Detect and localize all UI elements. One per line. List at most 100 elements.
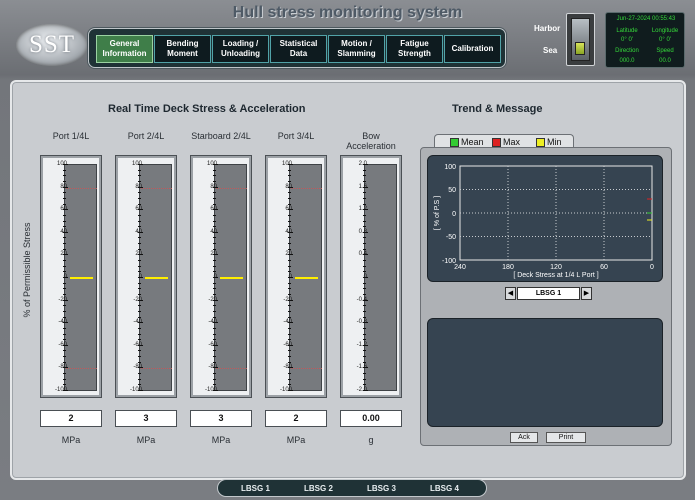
sensor-selector[interactable]: LBSG 1 (517, 287, 580, 300)
gauge-tick-mark (213, 384, 216, 386)
gauge-tick-mark (138, 322, 143, 324)
gauge-tick-mark (213, 322, 218, 324)
gauge-tick-mark (138, 164, 143, 165)
gauge-tick-mark (63, 260, 66, 262)
gauge-tick-mark (138, 361, 141, 363)
sst-logo: SST (16, 24, 88, 66)
gauge-tick-mark (213, 192, 216, 194)
next-sensor-button[interactable]: ▶ (581, 287, 592, 300)
gauge-tick-mark (138, 344, 143, 346)
legend-mean: Mean (450, 137, 484, 147)
min-swatch (536, 137, 545, 147)
gauge-tick-mark (363, 209, 368, 211)
harbor-sea-toggle[interactable] (566, 13, 595, 66)
speed-label: Speed (656, 48, 674, 54)
gauge-tick-mark (288, 197, 291, 199)
gauge-tick-mark (138, 220, 141, 222)
gauge-tick-mark (363, 175, 366, 177)
gauge-tick-mark (63, 220, 66, 222)
gauge-tick-mark (363, 293, 366, 295)
tab-lbsg-2[interactable]: LBSG 2 (304, 484, 333, 493)
gauge-tick-mark (63, 299, 68, 301)
gauge-tick-mark (363, 361, 366, 363)
gauge-tick-mark (63, 384, 66, 386)
gauge-tick-mark (138, 260, 141, 262)
gauge-tick-mark (213, 293, 216, 295)
gauge-value-readout: 3 (190, 410, 252, 427)
longitude-label: Longitude (651, 28, 679, 34)
gauge-tick-mark (213, 277, 218, 278)
gauge-tick-mark (288, 288, 291, 290)
direction-value: 000.0 (619, 58, 635, 64)
gauge-tick-mark (138, 305, 141, 307)
gauge-tick-mark (63, 164, 68, 165)
gauge-unit: MPa (61, 435, 81, 445)
trend-title: Trend & Message (452, 103, 543, 115)
nav-general-information[interactable]: General Information (96, 35, 153, 63)
gauge-tick-mark (213, 220, 216, 222)
stress-level-marker (145, 277, 168, 279)
gauge-value-readout: 3 (115, 410, 177, 427)
nav-calibration[interactable]: Calibration (444, 35, 501, 63)
print-button[interactable]: Print (546, 432, 586, 443)
gauge-title: Port 2/4L (127, 131, 165, 141)
gauge-tick-mark (213, 175, 216, 177)
gauge-tick-mark (213, 373, 216, 375)
nav-loading-unloading[interactable]: Loading / Unloading (212, 35, 269, 63)
gauge-tick-mark (138, 277, 143, 278)
gauge-tick-mark (138, 203, 141, 205)
gauge-title: Bow Acceleration (346, 131, 396, 151)
latitude-label: Latitude (616, 28, 638, 34)
gauge-tick-mark (213, 209, 218, 211)
gauge-tick-mark (288, 327, 291, 329)
tab-lbsg-3[interactable]: LBSG 3 (367, 484, 396, 493)
prev-sensor-button[interactable]: ◀ (505, 287, 516, 300)
stress-gauge: 100806040200-20-40-60-80-100 (190, 155, 252, 398)
gauge-tick-mark (288, 322, 293, 324)
ack-button[interactable]: Ack (510, 432, 538, 443)
gauge-tick-mark (213, 260, 216, 262)
gauge-tick-mark (138, 192, 141, 194)
gauge-tick-mark (213, 344, 218, 346)
tab-lbsg-4[interactable]: LBSG 4 (430, 484, 459, 493)
nav-bending-moment[interactable]: Bending Moment (154, 35, 211, 63)
trend-ylabel: [ % of P.S ] (434, 196, 441, 230)
gauge-tick-mark (63, 322, 68, 324)
nav-fatigue-strength[interactable]: Fatigue Strength (386, 35, 443, 63)
gauge-tick-mark (288, 293, 291, 295)
stress-axis-label: % of Permissible Stress (22, 222, 32, 318)
gauge-value-readout: 2 (265, 410, 327, 427)
permissible-limit-line (216, 187, 247, 189)
y-tick: 100 (444, 164, 456, 171)
gauge-bar (64, 164, 97, 391)
logo-text: SST (28, 31, 76, 58)
gauge-tick-mark (63, 243, 66, 245)
y-tick: 50 (448, 187, 456, 194)
gauge-tick-mark (213, 333, 216, 335)
nav-statistical-data[interactable]: Statistical Data (270, 35, 327, 63)
gauge-tick-mark (213, 350, 216, 352)
gauge-tick-mark (138, 265, 141, 267)
x-tick: 240 (454, 264, 466, 271)
gauge-tick-mark (138, 356, 141, 358)
gauge-tick-mark (213, 390, 218, 391)
gauge-tick-mark (213, 356, 216, 358)
gauge-tick-mark (138, 197, 141, 199)
gauge-tick-mark (363, 310, 366, 312)
gauge-tick-mark (288, 192, 291, 194)
gauge-tick-mark (213, 265, 216, 267)
gauge-tick-mark (213, 327, 216, 329)
gauge-unit: MPa (211, 435, 231, 445)
trend-chart: 100 50 0 -50 -100 240 180 120 60 0 [ Dec… (427, 155, 663, 282)
gauge-bar (289, 164, 322, 391)
legend-min: Min (536, 137, 562, 147)
gauge-tick-mark (213, 248, 216, 250)
gauge-tick-mark (213, 339, 216, 341)
legend-max-label: Max (503, 137, 521, 147)
gauge-tick-mark (363, 333, 366, 335)
gauge-tick-mark (213, 367, 218, 369)
gauge-tick-mark (63, 186, 68, 188)
gauge-tick-mark (63, 192, 66, 194)
nav-motion-slamming[interactable]: Motion / Slamming (328, 35, 385, 63)
tab-lbsg-1[interactable]: LBSG 1 (241, 484, 270, 493)
